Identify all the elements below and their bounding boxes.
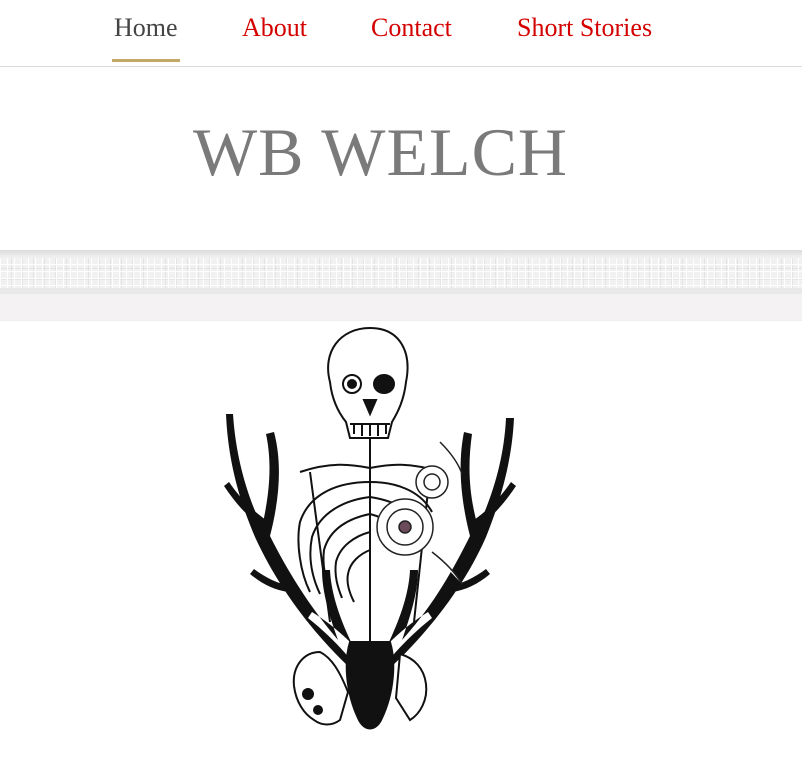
nav-contact-link[interactable]: Contact (371, 12, 452, 44)
nav-short-stories-link[interactable]: Short Stories (517, 12, 652, 44)
band-lower (0, 294, 802, 321)
deer-skull-icon (292, 641, 428, 730)
active-nav-indicator (112, 59, 180, 62)
site-title[interactable]: WB WELCH (193, 112, 568, 192)
nav-home-link[interactable]: Home (114, 12, 178, 44)
main-nav: Home About Contact Short Stories (0, 0, 802, 67)
page: Home About Contact Short Stories WB WELC… (0, 0, 802, 761)
nav-about-link[interactable]: About (242, 12, 307, 44)
skull-icon (327, 326, 409, 439)
skeleton-antlers-illustration (224, 326, 516, 730)
header-divider-band (0, 250, 802, 321)
left-antler-icon (224, 414, 360, 677)
band-texture (0, 258, 802, 288)
band-shadow (0, 250, 802, 258)
